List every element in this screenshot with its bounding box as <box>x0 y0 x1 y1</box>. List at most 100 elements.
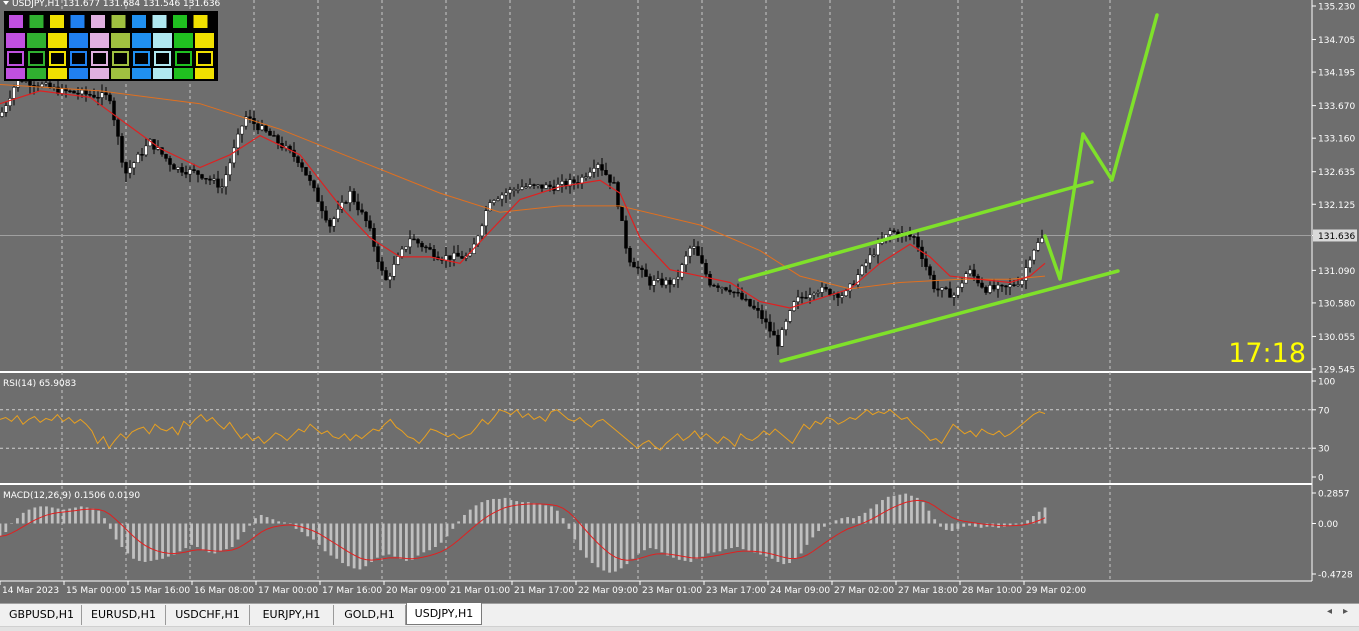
horizontal-scrollbar[interactable] <box>0 626 1359 631</box>
macd-histogram-bar <box>1043 507 1047 524</box>
candle-bearish <box>752 305 756 309</box>
candle-bullish <box>780 329 784 347</box>
macd-histogram-bar <box>613 523 617 572</box>
candle-bullish <box>588 171 592 177</box>
macd-histogram-bar <box>759 523 762 555</box>
candle-bullish <box>652 280 656 286</box>
macd-histogram-bar <box>428 523 432 551</box>
macd-histogram-bar <box>555 510 559 524</box>
candle-bullish <box>1036 242 1040 251</box>
candle-bullish <box>864 262 868 267</box>
candle-bearish <box>424 246 428 249</box>
chart-area[interactable]: 135.230 134.705 134.195 133.670 133.160 132.6… <box>0 0 1359 603</box>
candle-bearish <box>460 256 464 259</box>
palette-swatch-filled <box>69 33 88 48</box>
candle-bearish <box>744 298 748 301</box>
candle-bullish <box>524 186 528 188</box>
time-tick-label: 23 Mar 01:00 <box>642 586 702 596</box>
macd-histogram-bar <box>149 523 153 561</box>
macd-histogram-bar <box>85 507 89 524</box>
rsi-tick-label: 100 <box>1318 378 1335 388</box>
candle-bullish <box>888 230 892 235</box>
macd-histogram-bar <box>387 523 391 555</box>
macd-histogram-bar <box>526 502 530 524</box>
macd-histogram-bar <box>236 523 240 540</box>
macd-histogram-bar <box>672 523 675 558</box>
symbol-header: USDJPY,H1 131.677 131.684 131.546 131.63… <box>3 0 221 9</box>
macd-histogram-bar <box>201 523 205 551</box>
candle-bearish <box>84 89 88 95</box>
candle-bullish <box>676 276 680 280</box>
macd-histogram-bar <box>143 523 147 562</box>
palette-swatch <box>132 15 146 28</box>
symbol-tab[interactable]: GOLD,H1 <box>334 605 406 625</box>
macd-histogram-bar <box>875 504 879 524</box>
macd-histogram-bar <box>811 523 815 538</box>
candle-bullish <box>528 184 532 187</box>
macd-tick-label: -0.4728 <box>1318 571 1353 581</box>
candle-bullish <box>988 285 992 293</box>
candle-bearish <box>724 287 728 291</box>
candle-bullish <box>232 147 236 164</box>
macd-histogram-bar <box>799 523 803 554</box>
macd-histogram-bar <box>689 523 693 562</box>
candle-bearish <box>928 266 932 276</box>
macd-histogram-bar <box>515 501 519 524</box>
macd-histogram-bar <box>120 523 124 548</box>
candle-bullish <box>960 282 964 288</box>
candle-bullish <box>868 254 872 264</box>
macd-histogram-bar <box>416 523 420 556</box>
candle-bullish <box>8 98 12 106</box>
candle-bearish <box>648 276 652 286</box>
candle-bullish <box>136 154 140 163</box>
macd-histogram-bar <box>730 523 733 549</box>
candle-bearish <box>600 164 604 171</box>
candle-bearish <box>824 287 828 290</box>
time-tick-label: 20 Mar 09:00 <box>386 586 446 596</box>
candle-bearish <box>624 220 628 249</box>
candle-bullish <box>680 264 684 278</box>
price-tick-label: 130.055 <box>1318 333 1355 343</box>
macd-histogram-bar <box>904 493 908 524</box>
symbol-tab[interactable]: USDJPY,H1 <box>406 603 482 625</box>
candle-bullish <box>672 278 676 285</box>
macd-histogram-bar <box>172 523 176 555</box>
palette-swatch-filled <box>195 33 214 48</box>
time-tick-label: 21 Mar 17:00 <box>514 586 574 596</box>
macd-histogram-bar <box>1026 520 1029 524</box>
palette-swatch-lower <box>111 68 130 79</box>
candle-bearish <box>716 285 720 288</box>
candle-bearish <box>204 178 208 180</box>
price-tick-label: 131.090 <box>1318 267 1355 277</box>
symbol-tab[interactable]: EURJPY,H1 <box>250 605 334 625</box>
symbol-tab[interactable]: EURUSD,H1 <box>82 605 166 625</box>
candle-bullish <box>484 210 488 227</box>
palette-swatch-lower <box>132 68 151 79</box>
macd-histogram-bar <box>161 523 164 559</box>
macd-histogram-bar <box>439 523 443 543</box>
time-tick-label: 17 Mar 16:00 <box>322 586 382 596</box>
symbol-tab[interactable]: USDCHF,H1 <box>166 605 250 625</box>
tab-scroll-right-icon[interactable]: ▸ <box>1343 606 1348 617</box>
candle-bearish <box>164 154 168 159</box>
candle-bearish <box>800 296 804 299</box>
symbol-tab[interactable]: GBPUSD,H1 <box>2 605 82 625</box>
color-palette-panel[interactable] <box>4 11 218 81</box>
macd-histogram-bar <box>259 514 263 524</box>
candle-bullish <box>240 125 244 135</box>
time-tick-label: 24 Mar 09:00 <box>770 586 830 596</box>
macd-histogram-bar <box>445 523 449 537</box>
symbol-ohlc-line: USDJPY,H1 131.677 131.684 131.546 131.63… <box>12 0 221 9</box>
macd-histogram-bar <box>822 523 826 527</box>
macd-histogram-bar <box>288 523 292 525</box>
rsi-tick-label: 0 <box>1318 474 1324 484</box>
candle-bearish <box>756 307 760 311</box>
palette-swatch-lower <box>153 68 172 79</box>
macd-histogram-bar <box>346 523 350 567</box>
time-tick-label: 21 Mar 01:00 <box>450 586 510 596</box>
tab-scroll-left-icon[interactable]: ◂ <box>1327 606 1332 617</box>
macd-histogram-bar <box>846 517 850 524</box>
macd-histogram-bar <box>451 523 455 529</box>
candle-bearish <box>432 249 436 258</box>
macd-histogram-bar <box>474 505 478 524</box>
